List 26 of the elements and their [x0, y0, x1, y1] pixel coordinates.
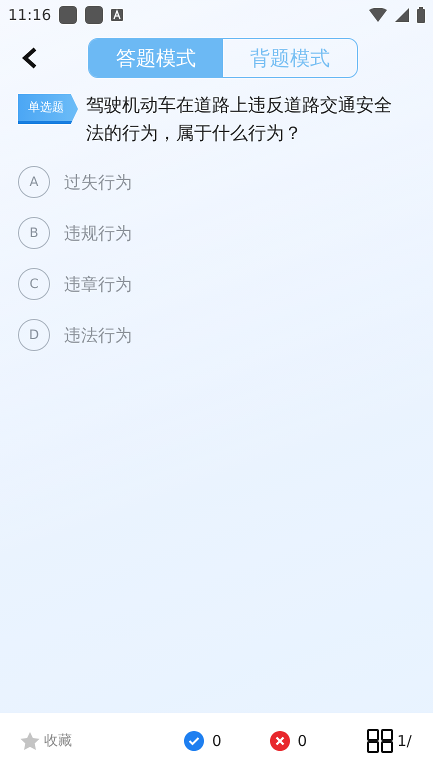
answer-option[interactable]: B 违规行为: [18, 217, 132, 249]
wifi-icon: [369, 8, 387, 22]
correct-count: 0: [212, 732, 222, 750]
mode-tab[interactable]: 背题模式: [223, 39, 357, 77]
answer-option[interactable]: C 违章行为: [18, 268, 132, 300]
wrong-icon: [270, 731, 290, 751]
signal-icon: [395, 8, 409, 22]
answer-option[interactable]: D 违法行为: [18, 319, 132, 351]
status-time: 11:16: [8, 6, 52, 24]
option-letter: B: [18, 217, 50, 249]
option-letter: C: [18, 268, 50, 300]
keyboard-icon: [111, 9, 124, 21]
grid-icon[interactable]: [367, 729, 394, 753]
question-type-tag: 单选题: [18, 94, 78, 124]
favorite-button[interactable]: 收藏: [20, 732, 72, 750]
wrong-count: 0: [298, 732, 308, 750]
notification-icon: [85, 6, 104, 24]
question-text: 驾驶机动车在道路上违反道路交通安全法的行为，属于什么行为？: [86, 94, 393, 146]
option-letter: D: [18, 319, 50, 351]
star-icon: [20, 732, 40, 750]
correct-icon: [184, 731, 204, 751]
mode-tab[interactable]: 答题模式: [89, 39, 223, 77]
option-letter: A: [18, 166, 50, 198]
answer-option[interactable]: A 过失行为: [18, 166, 132, 198]
notification-icon: [59, 6, 78, 24]
battery-icon: [417, 7, 425, 23]
